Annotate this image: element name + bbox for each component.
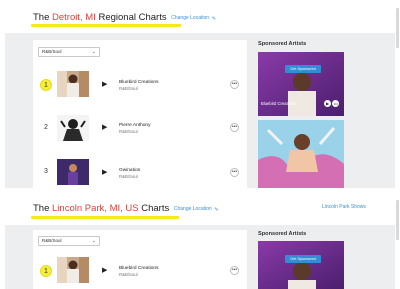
change-location-link[interactable]: Change Location (174, 206, 212, 212)
more-options-icon[interactable]: ••• (230, 266, 239, 275)
sponsored-artist-card[interactable] (258, 120, 344, 188)
highlight-underline (31, 24, 181, 27)
artist-name[interactable]: Gwination (119, 168, 140, 173)
artist-genre: R&B/Soul (119, 174, 138, 179)
artist-name[interactable]: Bluebird Creations (119, 80, 158, 85)
artist-thumbnail[interactable] (57, 257, 89, 283)
chart-list: R&B/Soul ⌄ 1 ▶ Bluebird Creations R&B/So… (33, 40, 247, 188)
more-options-icon[interactable]: ••• (230, 123, 239, 132)
chart-row: 2 ▶ Pierre Anthony R&B/Soul ••• (33, 112, 247, 146)
chart-row: 1 ▶ Bluebird Creations R&B/Soul ••• (33, 68, 247, 102)
more-options-icon[interactable]: ••• (230, 80, 239, 89)
artist-genre: R&B/Soul (119, 272, 138, 277)
scrollbar[interactable] (396, 8, 399, 48)
pencil-icon[interactable]: ✎ (214, 207, 218, 213)
genre-select-value: R&B/Soul (42, 49, 62, 54)
rank-badge: 1 (40, 265, 52, 277)
change-location-link[interactable]: Change Location (171, 15, 209, 21)
page-title: The Detroit, MI Regional Charts Change L… (33, 12, 216, 23)
sponsored-artists-heading: Sponsored Artists (258, 231, 307, 237)
title-suffix: Regional Charts (98, 12, 167, 23)
highlight-underline (31, 216, 179, 219)
artist-name[interactable]: Bluebird Creations (119, 266, 158, 271)
chart-row: 1 ▶ Bluebird Creations R&B/Soul ••• (33, 255, 247, 289)
play-icon[interactable]: ▶ (102, 80, 107, 88)
artist-genre: R&B/Soul (119, 129, 138, 134)
artist-genre: R&B/Soul (119, 86, 138, 91)
rank-badge: 2 (44, 124, 48, 131)
page-title: The Lincoln Park, MI, US Charts Change L… (33, 203, 219, 214)
rank-badge: 1 (40, 79, 52, 91)
genre-select[interactable]: R&B/Soul ⌄ (38, 236, 100, 246)
title-suffix: Charts (141, 203, 170, 214)
get-sponsored-button[interactable]: Get Sponsored (285, 255, 321, 263)
rank-badge: 3 (44, 168, 48, 175)
artist-name[interactable]: Pierre Anthony (119, 123, 150, 128)
chart-list: R&B/Soul ⌄ 1 ▶ Bluebird Creations R&B/So… (33, 230, 247, 289)
title-prefix: The (33, 203, 50, 214)
chart-row: 3 ▶ Gwination R&B/Soul ••• (33, 156, 247, 188)
play-icon[interactable]: ▶ (324, 100, 331, 107)
title-prefix: The (33, 12, 50, 23)
scrollbar[interactable] (396, 200, 399, 240)
pencil-icon[interactable]: ✎ (212, 16, 216, 22)
more-options-icon[interactable]: ••• (332, 100, 340, 107)
genre-select-value: R&B/Soul (42, 238, 62, 243)
chevron-down-icon: ⌄ (91, 238, 96, 244)
genre-select[interactable]: R&B/Soul ⌄ (38, 47, 100, 57)
detroit-charts-panel: The Detroit, MI Regional Charts Change L… (0, 0, 400, 188)
sponsored-controls: ▶ ••• (324, 100, 340, 107)
play-icon[interactable]: ▶ (102, 266, 107, 274)
sponsored-artist-card[interactable]: Get Sponsored (258, 241, 344, 289)
play-icon[interactable]: ▶ (102, 168, 107, 176)
title-location: Lincoln Park, MI, US (52, 203, 139, 214)
sponsored-artist-card[interactable]: Get Sponsored Bluebird Creations ▶ ••• (258, 52, 344, 116)
sponsored-artist-name[interactable]: Bluebird Creations (261, 101, 295, 106)
artist-thumbnail[interactable] (57, 159, 89, 185)
artist-thumbnail[interactable] (57, 71, 89, 97)
get-sponsored-button[interactable]: Get Sponsored (285, 65, 321, 73)
more-options-icon[interactable]: ••• (230, 168, 239, 177)
artist-thumbnail[interactable] (57, 115, 89, 141)
shows-link[interactable]: Lincoln Park Shows (322, 204, 366, 210)
chevron-down-icon: ⌄ (91, 49, 96, 55)
sponsored-artists-heading: Sponsored Artists (258, 41, 307, 47)
title-location: Detroit, MI (52, 12, 96, 23)
lincoln-park-charts-panel: The Lincoln Park, MI, US Charts Change L… (0, 196, 400, 289)
play-icon[interactable]: ▶ (102, 123, 107, 131)
